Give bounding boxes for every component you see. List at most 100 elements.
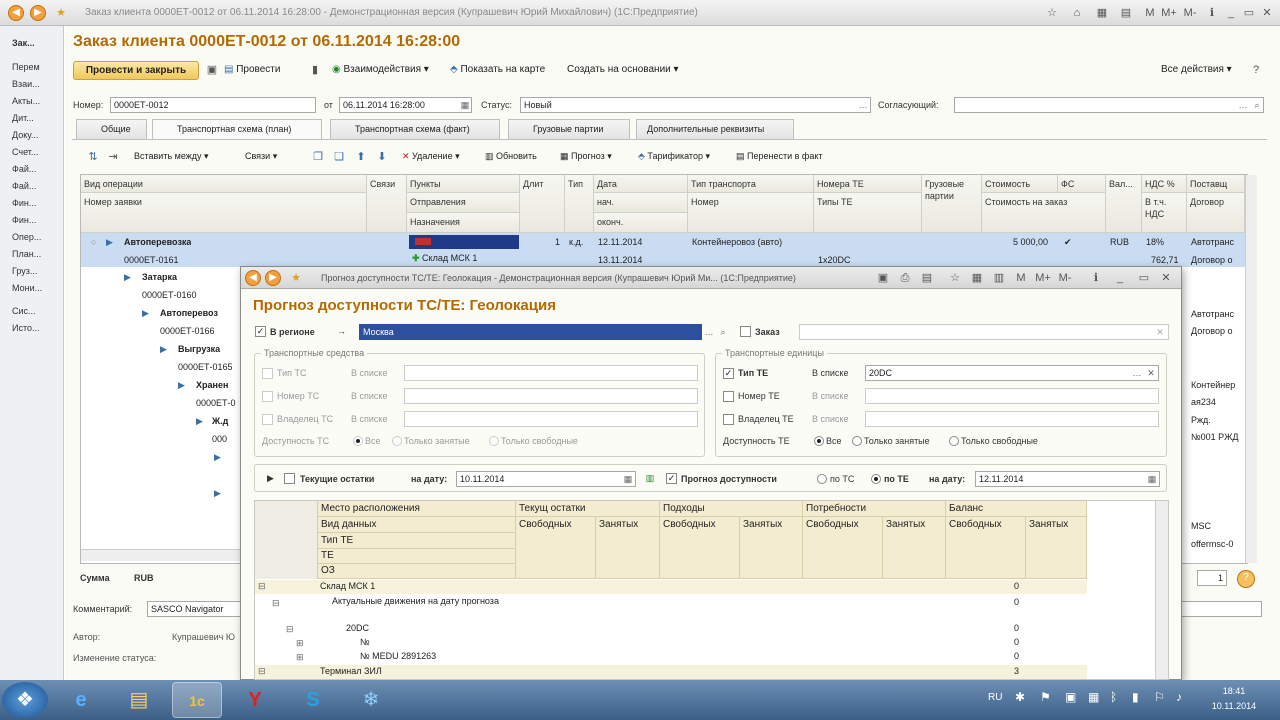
col-op-type[interactable]: Вид операции [81,175,367,193]
col-currency[interactable]: Вал... [1106,175,1142,233]
dialog-calc-icon[interactable]: ▥ [990,270,1008,286]
links-button[interactable]: Связи ▾ [245,151,277,162]
tray-icon[interactable]: ✱ [1015,690,1025,704]
status-select-icon[interactable]: … [856,98,870,112]
unit-type-select-icon[interactable]: … [1130,366,1144,380]
col-end[interactable]: оконч. [594,213,688,233]
dialog-close-icon[interactable]: ✕ [1157,270,1175,286]
forward-icon[interactable]: ▶ [30,5,46,21]
tree-item[interactable]: Автоперевоз [160,308,238,318]
skype-icon[interactable]: S [288,682,338,718]
copy-icon[interactable]: ❐ [309,149,327,165]
dialog-preview-icon[interactable]: ▤ [918,270,936,286]
region-field[interactable]: Москва [359,324,702,340]
memory-m-button[interactable]: M [1141,5,1159,21]
departure-cell-edit[interactable] [409,235,519,249]
post-and-close-button[interactable]: Провести и закрыть [73,61,199,80]
dialog-back-icon[interactable]: ◀ [245,270,261,286]
save-icon[interactable]: ▣ [203,62,221,78]
col-fs[interactable]: ФС [1058,175,1106,193]
pivot-vertical-scrollbar[interactable] [1155,501,1168,679]
unit-number-field[interactable] [865,388,1159,404]
page-field[interactable]: 1 [1197,570,1227,586]
collapse-icon[interactable]: ⊟ [258,581,266,592]
col-destination[interactable]: Назначения [407,213,520,233]
dialog-save-icon[interactable]: ▣ [874,270,892,286]
col-request-no[interactable]: Номер заявки [81,193,367,233]
nav-item[interactable]: Фин... [12,198,36,208]
expand-icon[interactable]: ▶ [178,380,185,391]
start-button[interactable]: ❖ [2,682,48,718]
dialog-info-icon[interactable]: ℹ [1087,270,1105,286]
refresh-button[interactable]: ▥ Обновить [485,151,537,162]
expand-icon[interactable]: ▶ [142,308,149,319]
1c-app-icon[interactable]: 1с [172,682,222,718]
dialog-star-icon[interactable]: ★ [287,270,305,286]
collapse-arrow-icon[interactable]: ▶ [267,473,274,484]
tab-transport-fact[interactable]: Транспортная схема (факт) [330,119,500,139]
col-date[interactable]: Дата [594,175,688,193]
current-stock-checkbox[interactable] [284,473,295,484]
nav-item[interactable]: Дит... [12,113,34,123]
approver-search-icon[interactable]: ⌕ [1250,98,1264,112]
move-down-icon[interactable]: ⬇ [373,149,391,165]
forecast-button[interactable]: ▦ Прогноз ▾ [560,151,612,162]
order-field[interactable] [799,324,1169,340]
expand-plus-icon[interactable]: ⊞ [296,638,304,649]
tab-general[interactable]: Общие [76,119,147,139]
refresh-stock-icon[interactable]: ▥ [643,471,657,485]
maximize-icon[interactable]: ▭ [1240,5,1258,21]
link-icon[interactable]: ☆ [1043,5,1061,21]
volume-icon[interactable]: ♪ [1176,690,1182,704]
flag-tray-icon[interactable]: ⚐ [1154,690,1165,704]
tray-icon[interactable]: ⚑ [1040,690,1051,704]
calculator-icon[interactable]: ▤ [1117,5,1135,21]
pivot-row[interactable] [255,580,1087,594]
collapse-icon[interactable]: ⊟ [258,666,266,677]
tray-icon[interactable]: ▣ [1065,690,1076,704]
nav-item[interactable]: Фай... [12,164,36,174]
nav-item[interactable]: Перем [12,62,40,72]
vehicle-avail-free-radio[interactable] [489,436,499,446]
tariff-button[interactable]: ⬘ Тарификатор ▾ [638,151,710,162]
expand-icon[interactable]: ▶ [160,344,167,355]
nav-item[interactable]: Мони... [12,283,42,293]
unit-owner-checkbox[interactable] [723,414,734,425]
nav-item[interactable]: План... [12,249,41,259]
col-number[interactable]: Номер [688,193,814,233]
col-departure[interactable]: Отправления [407,193,520,213]
col-start[interactable]: нач. [594,193,688,213]
forecast-date-calendar-icon[interactable]: ▦ [1145,472,1159,486]
vehicle-owner-checkbox[interactable] [262,414,273,425]
tree-item[interactable]: Хранен [196,380,238,390]
expand-plus-icon[interactable]: ⊞ [296,652,304,663]
all-actions-button[interactable]: Все действия ▾ [1161,64,1232,75]
vehicle-avail-busy-radio[interactable] [392,436,402,446]
vehicle-type-field[interactable] [404,365,698,381]
expand-icon[interactable]: ▶ [214,452,221,463]
bluetooth-icon[interactable]: ᛒ [1110,690,1117,704]
tree-item[interactable]: Затарка [142,272,177,282]
file-explorer-icon[interactable]: ▤ [114,682,164,718]
calendar-icon[interactable]: ▦ [1093,5,1111,21]
tree-item[interactable]: Выгрузка [178,344,238,354]
history-icon[interactable]: ⌂ [1068,5,1086,21]
approver-select-icon[interactable]: … [1236,98,1250,112]
dialog-print-icon[interactable]: ⎙ [896,270,914,286]
tab-additional[interactable]: Дополнительные реквизиты [636,119,794,139]
number-field[interactable]: 0000ЕТ-0012 [110,97,316,113]
region-search-icon[interactable]: ⌕ [716,325,730,339]
tray-icon[interactable]: ▦ [1088,690,1099,704]
unit-type-checkbox[interactable]: ✓ [723,368,734,379]
forecast-date-field[interactable]: 12.11.2014 [975,471,1160,487]
delete-button[interactable]: ✕ Удаление ▾ [402,151,460,162]
post-button[interactable]: ▤ Провести [224,64,280,75]
unit-owner-field[interactable] [865,411,1159,427]
grid-horizontal-scrollbar[interactable] [81,549,241,561]
dialog-calendar-icon[interactable]: ▦ [968,270,986,286]
vehicle-number-field[interactable] [404,388,698,404]
col-contract[interactable]: Договор [1187,193,1245,233]
transfer-to-fact-button[interactable]: ▤ Перенести в факт [736,151,822,162]
nav-item[interactable]: Взаи... [12,79,40,89]
nav-item[interactable]: Фин... [12,215,36,225]
